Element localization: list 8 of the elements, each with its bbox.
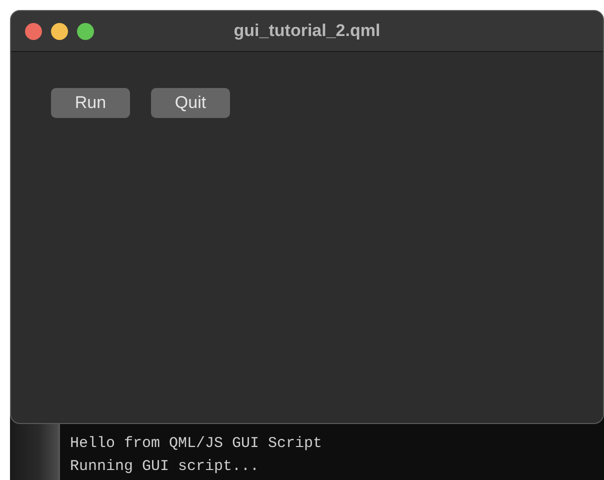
terminal-line: Running GUI script... xyxy=(70,457,260,477)
action-button[interactable]: Quit xyxy=(151,88,230,118)
close-button[interactable] xyxy=(25,22,42,40)
terminal-line: Hello from QML/JS GUI Script xyxy=(70,434,322,454)
minimize-button[interactable] xyxy=(51,22,68,40)
window-title: gui_tutorial_2.qml xyxy=(234,21,380,41)
zoom-button[interactable] xyxy=(77,22,94,40)
action-button[interactable]: Run xyxy=(51,88,130,118)
